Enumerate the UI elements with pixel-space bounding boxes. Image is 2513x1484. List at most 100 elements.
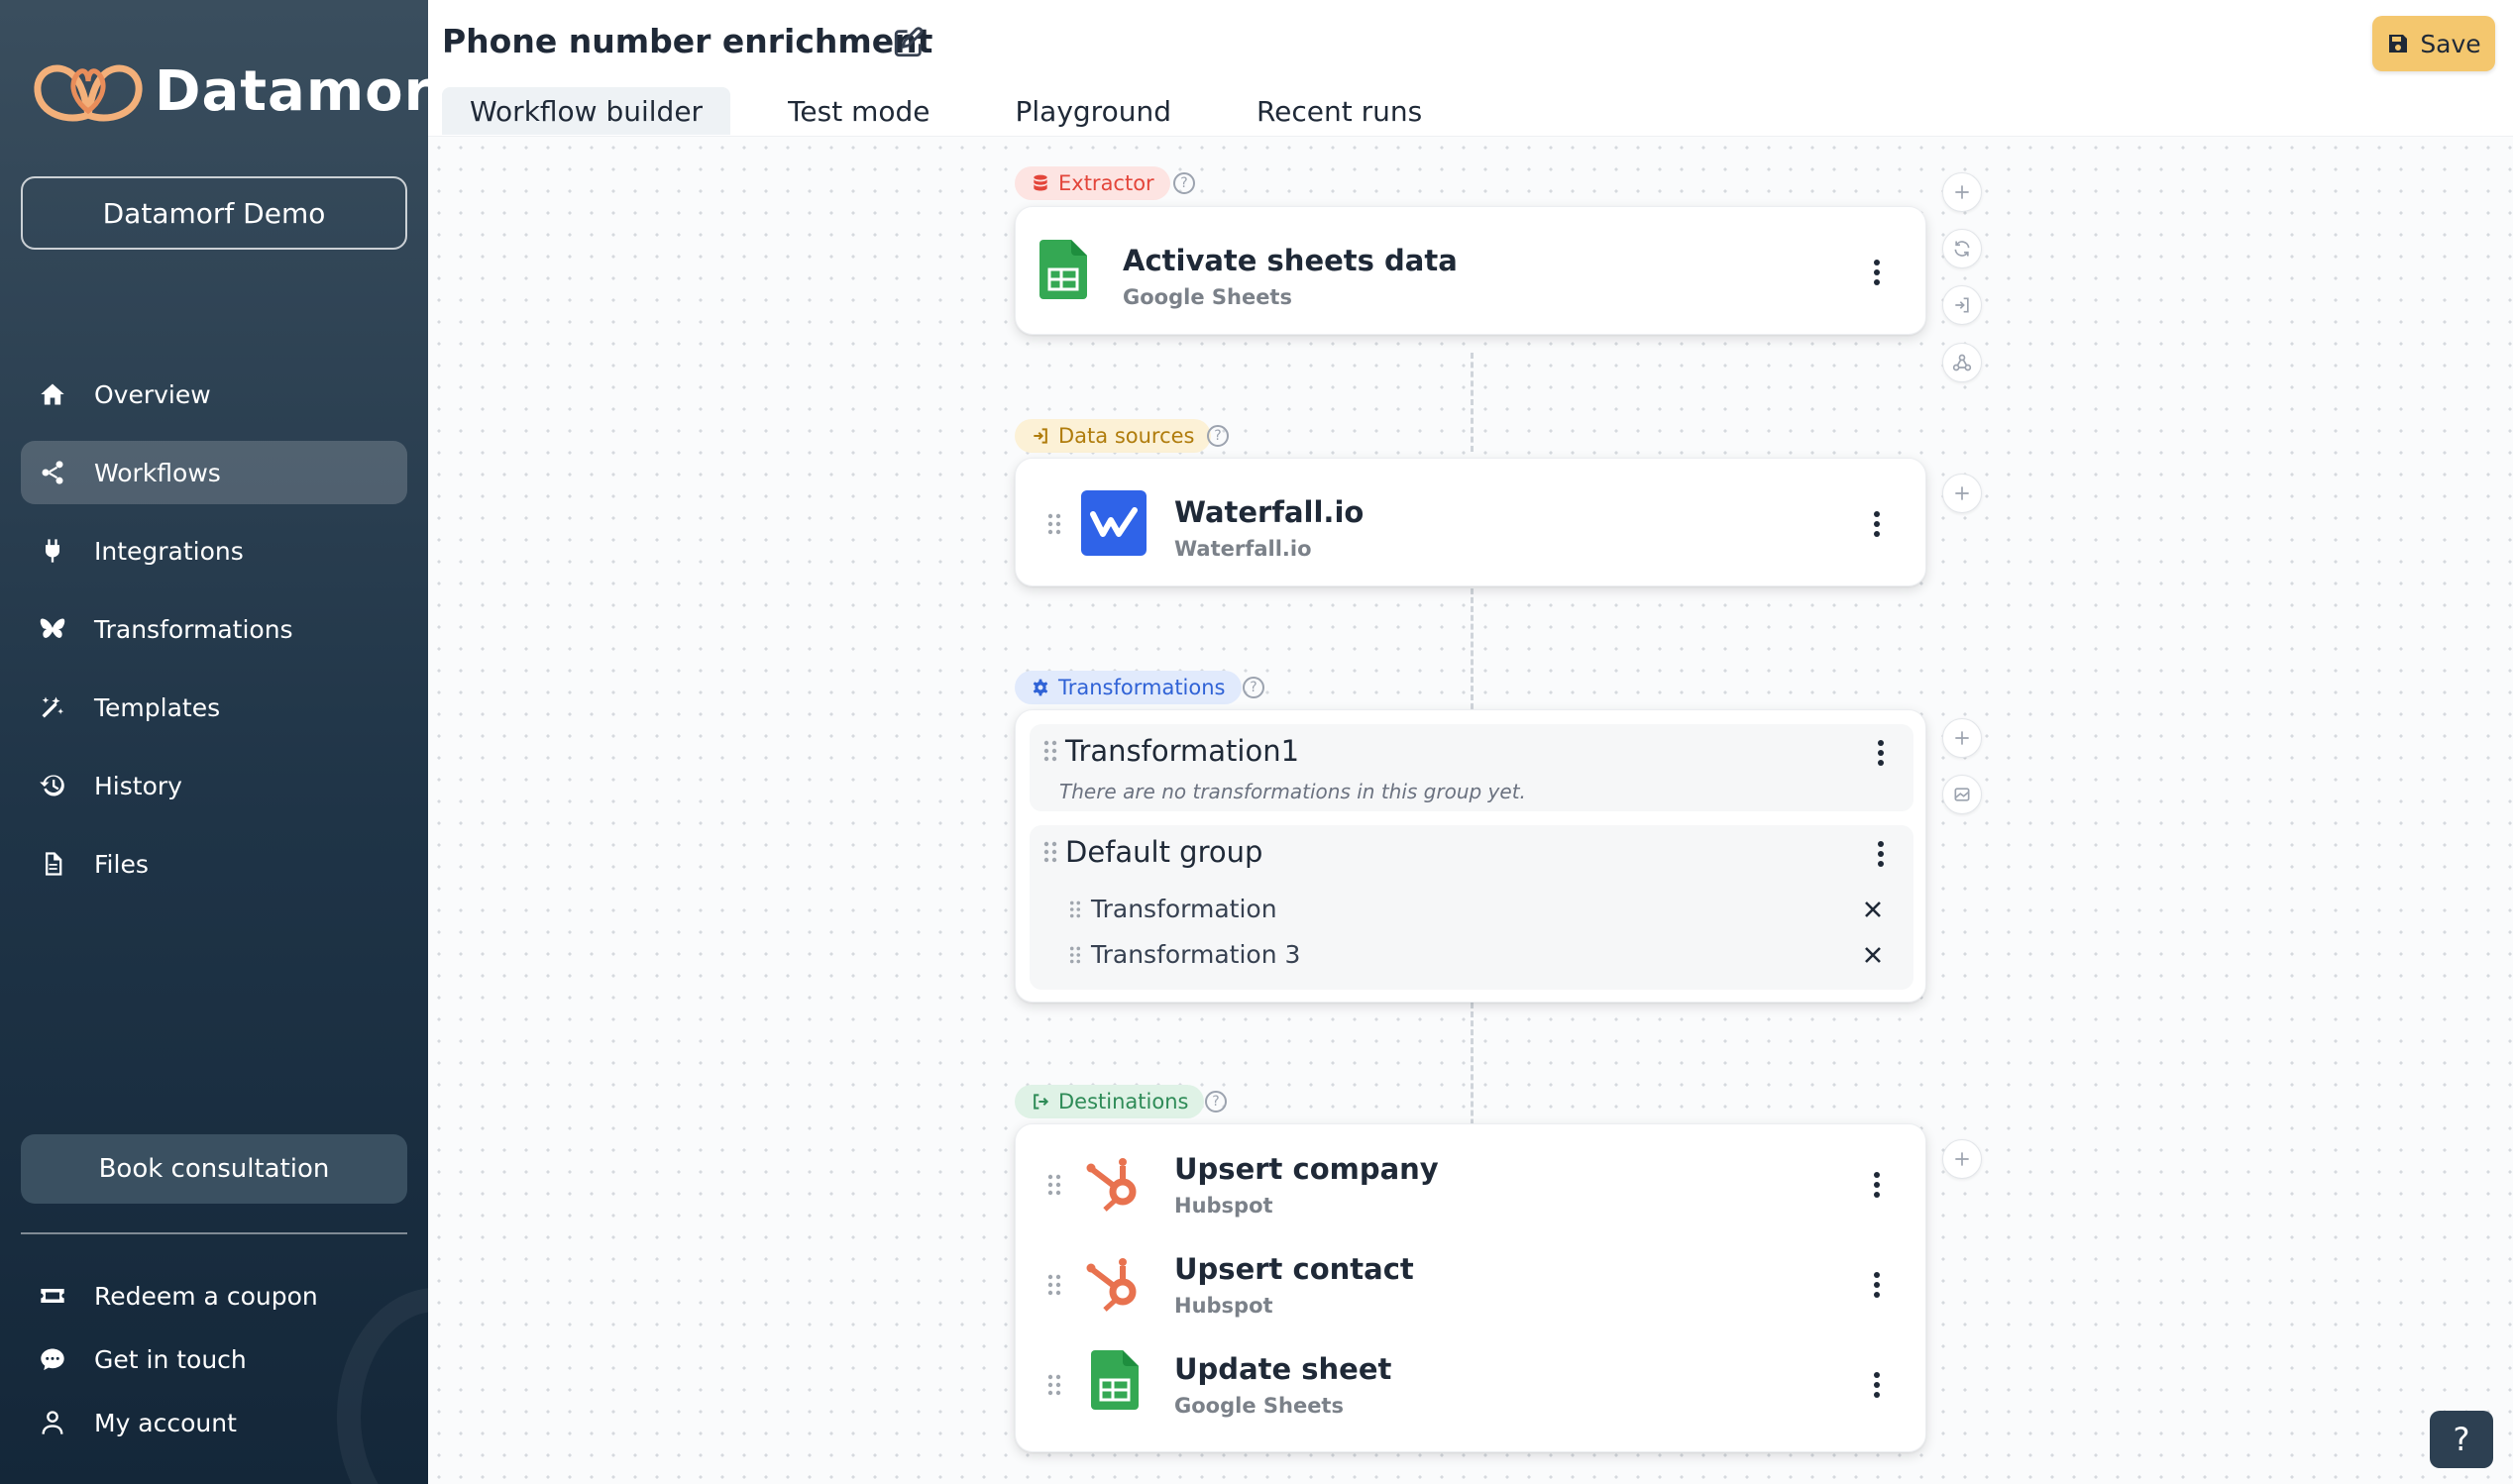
data-source-card: Waterfall.io Waterfall.io [1015,458,1926,586]
destination-node[interactable]: Update sheet Google Sheets [1016,1334,1925,1433]
drag-handle-icon[interactable] [1069,946,1081,964]
logout-icon [1034,1094,1049,1110]
more-options-icon[interactable] [1872,258,1882,287]
more-options-icon[interactable] [1872,1370,1882,1400]
sidebar-item-label: Templates [94,692,221,722]
help-circle-icon[interactable]: ? [1205,1091,1227,1113]
drag-handle-icon[interactable] [1047,1174,1061,1196]
help-circle-icon[interactable]: ? [1243,677,1264,698]
section-tag-label: Transformations [1058,676,1226,699]
group-empty-text: There are no transformations in this gro… [1059,780,1526,803]
group-title: Default group [1065,835,1263,869]
edit-icon[interactable] [892,26,926,59]
drag-handle-icon[interactable] [1047,1374,1061,1396]
drag-handle-icon[interactable] [1047,1274,1061,1296]
drag-handle-icon[interactable] [1069,901,1081,918]
refresh-button[interactable] [1942,229,1982,268]
brand-logo[interactable]: Datamorf [30,52,428,131]
add-step-button[interactable] [1942,718,1982,758]
help-circle-icon[interactable]: ? [1207,425,1229,447]
section-tag-label: Extractor [1058,171,1154,195]
drag-handle-icon[interactable] [1043,740,1057,762]
sidebar-item-workflows[interactable]: Workflows [21,441,407,504]
node-subtitle: Hubspot [1174,1194,1273,1218]
node-subtitle: Hubspot [1174,1294,1273,1318]
more-options-icon[interactable] [1872,509,1882,539]
more-options-icon[interactable] [1876,839,1886,869]
help-button[interactable]: ? [2430,1411,2493,1468]
tab-recent-runs[interactable]: Recent runs [1229,87,1450,135]
plus-icon [1955,1152,1969,1166]
butterfly-icon [37,613,68,645]
destination-node[interactable]: Upsert company Hubspot [1016,1134,1925,1233]
sidebar-item-label: Overview [94,379,211,409]
save-button[interactable]: Save [2372,16,2495,71]
transformations-card: Transformation1 There are no transformat… [1015,709,1926,1003]
waterfall-icon [1081,490,1147,556]
close-icon[interactable] [1862,944,1884,966]
chat-icon [37,1343,68,1375]
sidebar-item-label: Integrations [94,536,244,566]
login-icon [1955,297,1969,313]
node-title: Waterfall.io [1174,495,1365,529]
refresh-icon [1954,241,1970,257]
sidebar-item-files[interactable]: Files [21,832,407,896]
extractor-node[interactable]: Activate sheets data Google Sheets [1016,222,1925,321]
redeem-coupon-link[interactable]: Redeem a coupon [21,1264,407,1327]
webhook-button[interactable] [1942,343,1982,382]
organization-switcher[interactable]: Datamorf Demo [21,176,407,250]
node-subtitle: Google Sheets [1123,285,1292,309]
tab-test-mode[interactable]: Test mode [760,87,957,135]
transformation-group[interactable]: Default group Transformation Transformat… [1030,825,1913,990]
image-button[interactable] [1942,775,1982,814]
help-circle-icon[interactable]: ? [1173,172,1195,194]
plus-icon [1955,486,1969,500]
add-step-button[interactable] [1942,172,1982,212]
section-tag-data-sources: Data sources [1015,419,1211,453]
sign-in-button[interactable] [1942,285,1982,325]
drag-handle-icon[interactable] [1047,513,1061,535]
close-icon[interactable] [1862,899,1884,920]
section-tag-extractor: Extractor [1015,166,1170,200]
sidebar-item-templates[interactable]: Templates [21,676,407,739]
more-options-icon[interactable] [1876,738,1886,768]
sidebar-item-overview[interactable]: Overview [21,363,407,426]
connector-line [1471,353,1474,452]
node-subtitle: Google Sheets [1174,1394,1344,1418]
history-icon [37,770,68,801]
destinations-card: Upsert company Hubspot Upsert contact Hu… [1015,1123,1926,1452]
file-icon [37,848,68,880]
database-icon [1034,174,1047,191]
tab-workflow-builder[interactable]: Workflow builder [442,87,731,135]
brand-name: Datamorf [155,58,428,124]
transformation-item[interactable]: Transformation 3 [1091,940,1300,969]
node-title: Update sheet [1174,1352,1392,1386]
add-step-button[interactable] [1942,474,1982,513]
add-step-button[interactable] [1942,1139,1982,1179]
more-options-icon[interactable] [1872,1170,1882,1200]
sidebar-item-label: Files [94,849,149,879]
transformation-item[interactable]: Transformation [1091,895,1277,923]
tab-playground[interactable]: Playground [988,87,1199,135]
home-icon [37,378,68,410]
page-title: Phone number enrichment [442,22,933,60]
google-sheets-icon [1039,240,1087,299]
sidebar-item-label: History [94,771,182,800]
more-options-icon[interactable] [1872,1270,1882,1300]
sidebar-item-history[interactable]: History [21,754,407,817]
login-icon [1034,428,1047,444]
bottom-item-label: Redeem a coupon [94,1281,318,1311]
share-icon [37,457,68,488]
sidebar: Datamorf Datamorf Demo Overview Workflow… [0,0,428,1484]
sidebar-item-label: Workflows [94,458,221,487]
book-consultation-button[interactable]: Book consultation [21,1134,407,1204]
transformation-group[interactable]: Transformation1 There are no transformat… [1030,724,1913,811]
sidebar-item-transformations[interactable]: Transformations [21,597,407,661]
sidebar-item-integrations[interactable]: Integrations [21,519,407,583]
drag-handle-icon[interactable] [1043,841,1057,863]
bottom-item-label: My account [94,1408,237,1437]
section-tag-label: Destinations [1058,1090,1189,1113]
destination-node[interactable]: Upsert contact Hubspot [1016,1234,1925,1333]
data-source-node[interactable]: Waterfall.io Waterfall.io [1016,474,1925,573]
user-icon [37,1407,68,1438]
